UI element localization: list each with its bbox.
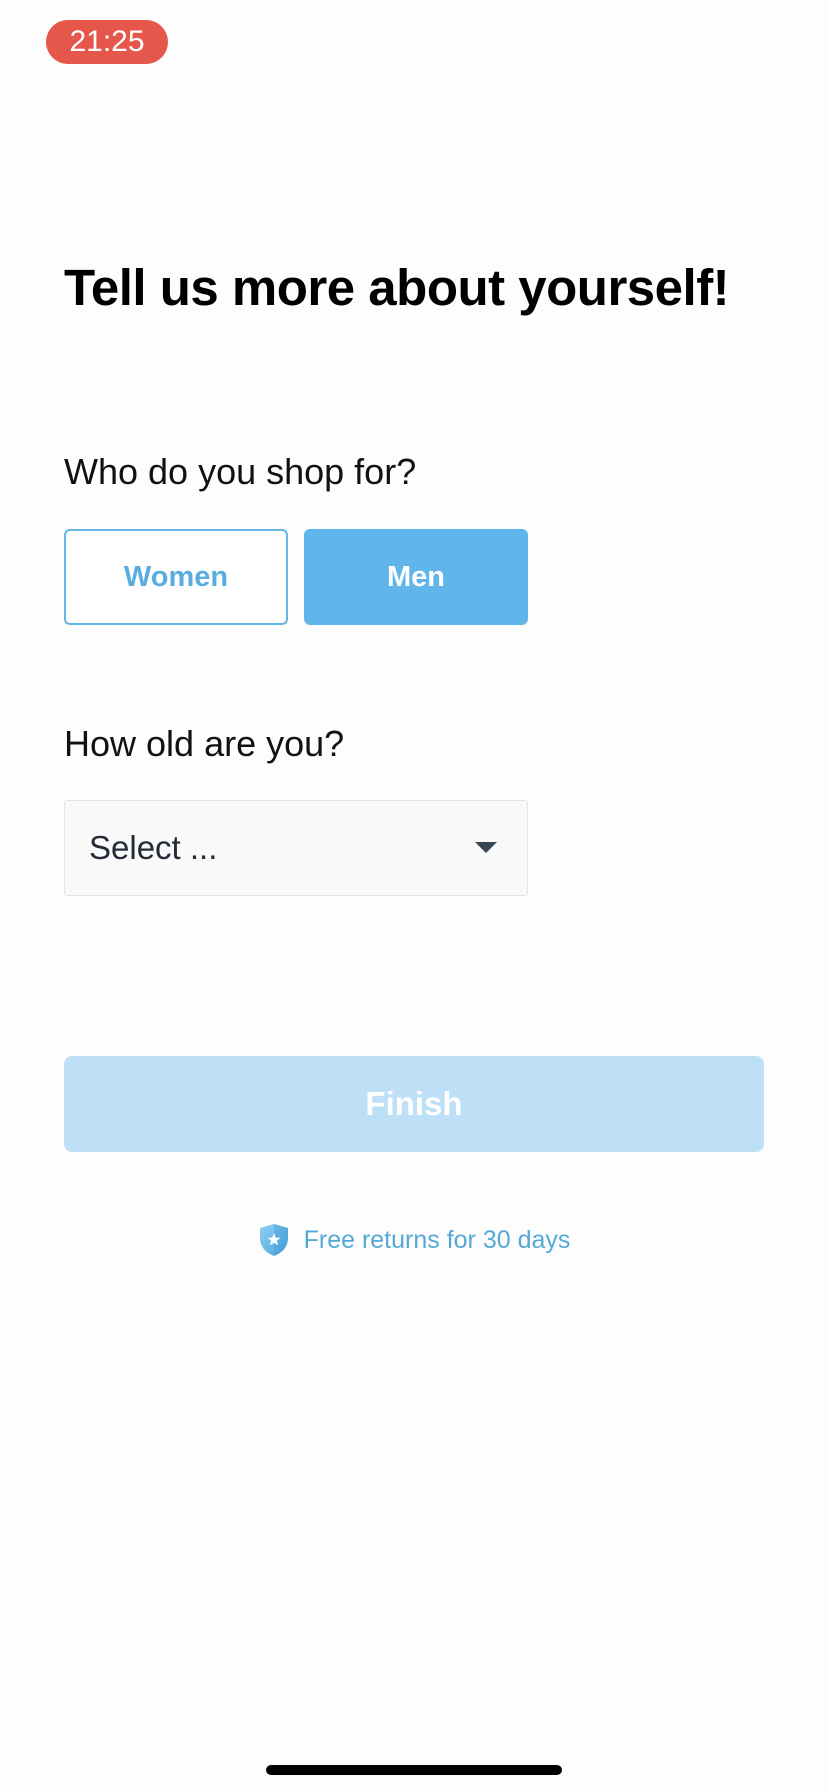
- age-select-value: Select ...: [89, 829, 218, 866]
- home-indicator[interactable]: [266, 1765, 562, 1775]
- gender-question: Who do you shop for?: [64, 451, 417, 492]
- age-select[interactable]: Select ...: [64, 800, 528, 896]
- free-returns-text: Free returns for 30 days: [303, 1225, 571, 1254]
- free-returns-note: Free returns for 30 days: [0, 1220, 828, 1260]
- shield-star-icon: [259, 1224, 288, 1256]
- men-button[interactable]: Men: [304, 529, 528, 625]
- page-title: Tell us more about yourself!: [64, 259, 730, 316]
- women-button[interactable]: Women: [64, 529, 288, 625]
- finish-button[interactable]: Finish: [64, 1056, 764, 1152]
- status-time: 21:25: [46, 20, 168, 64]
- caret-down-icon: [475, 842, 497, 853]
- age-question: How old are you?: [64, 723, 345, 764]
